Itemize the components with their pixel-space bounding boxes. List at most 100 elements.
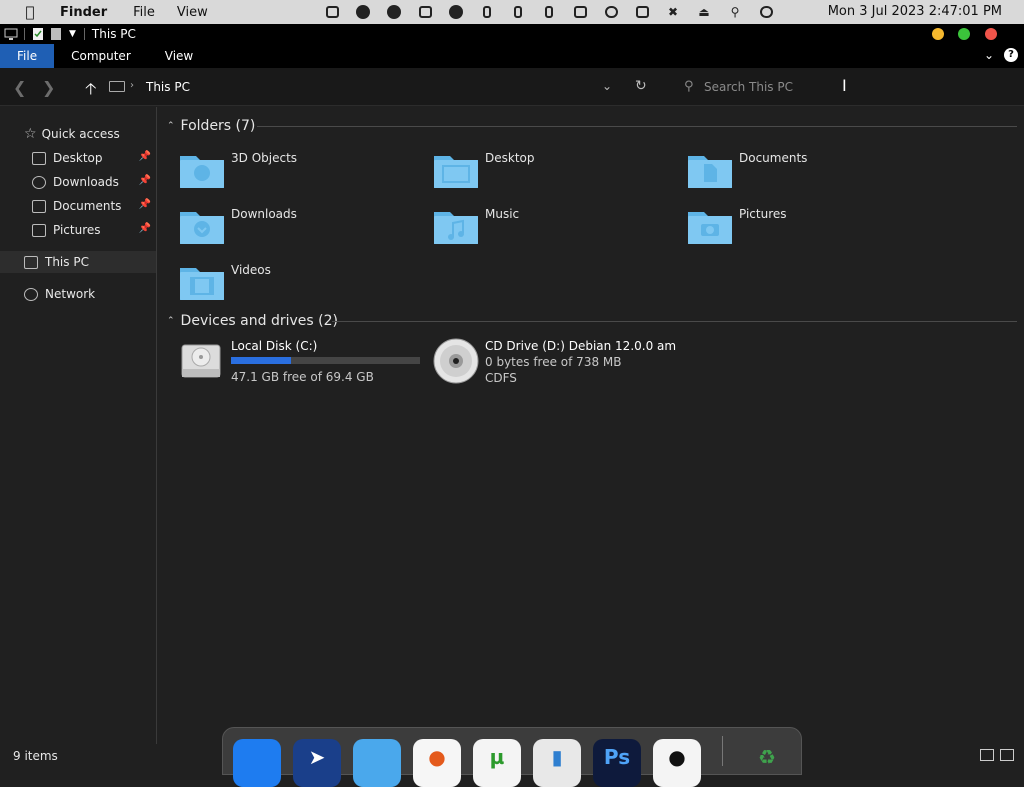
dock-firefox-icon[interactable]: ● — [413, 739, 461, 787]
back-arrow-icon[interactable]: ❮ — [13, 78, 26, 97]
breadcrumb[interactable]: This PC — [146, 80, 190, 94]
display-icon[interactable] — [570, 3, 590, 21]
dock-archive-icon[interactable]: ▮ — [533, 739, 581, 787]
pin-icon[interactable]: 📌 — [139, 223, 151, 234]
mac-menubar:  Finder File View ✖ ⏏ ⚲ Mon 3 Jul 2023 … — [0, 0, 1024, 24]
folder-documents-icon — [688, 156, 732, 188]
window-titlebar: ▼ This PC — [0, 24, 1024, 44]
monitor-icon[interactable] — [632, 3, 652, 21]
minimize-button[interactable] — [932, 28, 944, 40]
nav-item-pictures[interactable]: Pictures 📌 — [0, 219, 156, 241]
dock-photoshop-icon[interactable]: Ps — [593, 739, 641, 787]
forward-arrow-icon[interactable]: ❯ — [42, 78, 55, 97]
pin-icon[interactable]: 📌 — [139, 151, 151, 162]
new-folder-icon[interactable] — [49, 27, 63, 41]
dock-apple-icon[interactable]: ● — [653, 739, 701, 787]
tab-file[interactable]: File — [0, 44, 55, 68]
nav-quick-access[interactable]: ☆ Quick access — [0, 123, 156, 145]
wordpress-icon[interactable] — [353, 3, 373, 21]
folders-group-header[interactable]: ⌃ Folders (7) — [167, 115, 255, 137]
folder-label: Music — [485, 207, 520, 221]
nav-item-desktop[interactable]: Desktop 📌 — [0, 147, 156, 169]
collapse-caret-icon[interactable]: ⌃ — [167, 316, 175, 326]
drive-local-c[interactable]: Local Disk (C:) 47.1 GB free of 69.4 GB — [179, 337, 429, 387]
help-icon[interactable]: ? — [1004, 48, 1018, 62]
qa-dropdown-icon[interactable]: ▼ — [69, 29, 76, 39]
close-button[interactable] — [985, 28, 997, 40]
item-count: 9 items — [13, 749, 58, 763]
large-icons-view-icon[interactable] — [1000, 749, 1014, 761]
refresh-icon[interactable]: ↻ — [635, 78, 647, 94]
this-pc-icon — [24, 255, 38, 269]
dock-finder-icon[interactable] — [233, 739, 281, 787]
window-title: This PC — [91, 27, 136, 41]
nav-item-documents[interactable]: Documents 📌 — [0, 195, 156, 217]
folder-videos[interactable]: Videos — [179, 263, 429, 311]
dock-launchpad-rocket-icon[interactable]: ➤ — [293, 739, 341, 787]
menubar-clock[interactable]: Mon 3 Jul 2023 2:47:01 PM — [828, 4, 1002, 19]
folder-music[interactable]: Music — [433, 207, 683, 255]
downloads-icon — [32, 175, 46, 189]
view-menu[interactable]: View — [177, 5, 208, 20]
search-input[interactable] — [704, 77, 1004, 97]
memory-meter-icon[interactable] — [477, 3, 497, 21]
breadcrumb-chevron-icon[interactable]: › — [130, 80, 134, 91]
status-circle-icon[interactable] — [446, 3, 466, 21]
nav-label: Downloads — [53, 175, 119, 189]
mute-icon[interactable]: ✖ — [663, 3, 683, 21]
pin-icon[interactable]: 📌 — [139, 175, 151, 186]
tab-view[interactable]: View — [148, 44, 210, 68]
drive-free-space: 47.1 GB free of 69.4 GB — [231, 370, 374, 384]
control-center-icon[interactable] — [756, 3, 776, 21]
folder-desktop[interactable]: Desktop — [433, 151, 683, 199]
search-icon[interactable]: ⚲ — [725, 3, 745, 21]
group-divider — [332, 321, 1017, 322]
nav-item-network[interactable]: Network — [0, 283, 156, 305]
eject-icon[interactable]: ⏏ — [694, 3, 714, 21]
folder-downloads[interactable]: Downloads — [179, 207, 429, 255]
folder-label: Pictures — [739, 207, 787, 221]
text-cursor-icon: Ⅰ — [842, 76, 847, 95]
devices-group-header[interactable]: ⌃ Devices and drives (2) — [167, 310, 338, 332]
dock-recycle-bin-icon[interactable]: ♻ — [743, 739, 791, 787]
nav-item-downloads[interactable]: Downloads 📌 — [0, 171, 156, 193]
nav-label: Network — [45, 287, 96, 301]
record-icon[interactable] — [384, 3, 404, 21]
pin-icon[interactable]: 📌 — [139, 199, 151, 210]
clipboard-icon[interactable] — [415, 3, 435, 21]
nav-label: Pictures — [53, 223, 101, 237]
cpu-meter-icon[interactable] — [539, 3, 559, 21]
navigation-pane: ☆ Quick access Desktop 📌 Downloads 📌 Doc… — [0, 107, 157, 744]
folder-documents[interactable]: Documents — [687, 151, 937, 199]
tray-app-icon[interactable] — [322, 3, 342, 21]
properties-icon[interactable] — [31, 27, 45, 41]
apple-menu-icon[interactable]:  — [0, 3, 60, 21]
computer-icon — [4, 28, 18, 40]
file-menu[interactable]: File — [133, 5, 155, 20]
view-toggle — [980, 749, 1014, 761]
history-dropdown-icon[interactable]: ⌄ — [602, 79, 612, 93]
dock-files-folder-icon[interactable] — [353, 739, 401, 787]
folder-downloads-icon — [180, 212, 224, 244]
up-arrow-icon[interactable]: 🡡 — [85, 78, 97, 105]
folder-pictures-icon — [688, 212, 732, 244]
ribbon-expand-chevron-icon[interactable]: ⌄ — [984, 48, 994, 62]
nav-label: This PC — [45, 255, 89, 269]
folder-pictures[interactable]: Pictures — [687, 207, 937, 255]
nav-item-this-pc[interactable]: This PC — [0, 251, 156, 273]
swap-meter-icon[interactable] — [508, 3, 528, 21]
drive-cd-d[interactable]: CD Drive (D:) Debian 12.0.0 am 0 bytes f… — [433, 337, 713, 387]
drive-name: CD Drive (D:) Debian 12.0.0 am — [485, 339, 677, 353]
nav-label: Documents — [53, 199, 122, 213]
dock-utorrent-icon[interactable]: µ — [473, 739, 521, 787]
folder-label: Desktop — [485, 151, 535, 165]
nav-label: Quick access — [41, 127, 120, 141]
cloud-icon[interactable] — [601, 3, 621, 21]
search-icon: ⚲ — [684, 79, 694, 94]
folder-3d-objects[interactable]: 3D Objects — [179, 151, 429, 199]
maximize-button[interactable] — [958, 28, 970, 40]
tab-computer[interactable]: Computer — [54, 44, 148, 68]
app-name-menu[interactable]: Finder — [60, 5, 107, 20]
details-view-icon[interactable] — [980, 749, 994, 761]
collapse-caret-icon[interactable]: ⌃ — [167, 121, 175, 131]
